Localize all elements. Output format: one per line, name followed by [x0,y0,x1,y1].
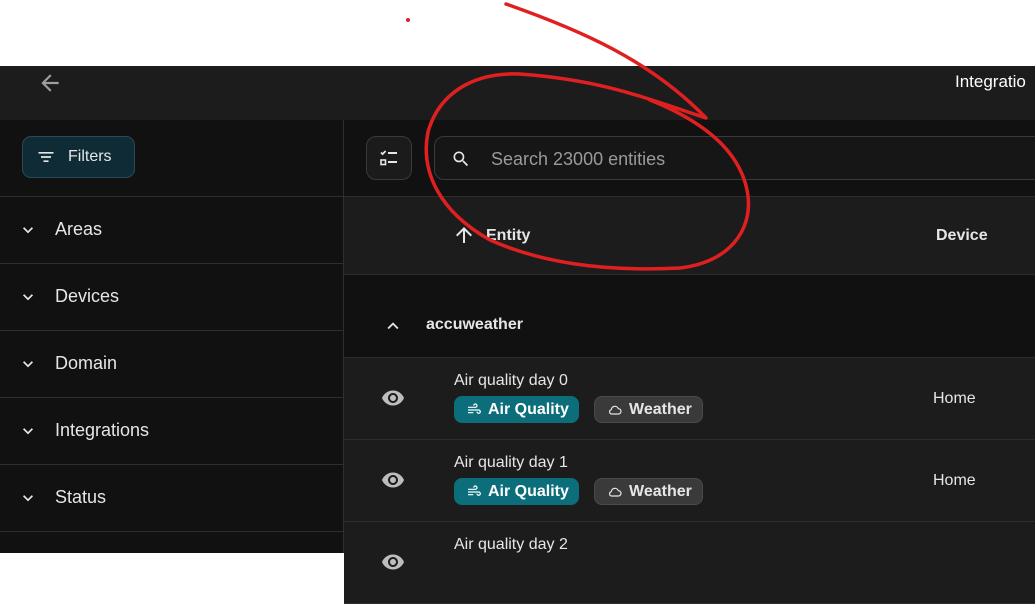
entity-name: Air quality day 2 [454,536,568,553]
table-row[interactable]: Air quality day 0 Air Quality Weather Ho… [344,358,1035,440]
group-header: accuweather [344,275,1035,358]
label-chip-air-quality: Air Quality [454,396,579,423]
filter-section-domain[interactable]: Domain [0,331,343,398]
chevron-down-icon [23,227,33,234]
chip-label: Air Quality [488,400,569,418]
filter-section-label: Integrations [55,420,150,440]
cloud-icon [609,487,622,497]
entity-device: Home [933,472,976,489]
chip-label: Weather [629,482,692,500]
filter-section-label: Devices [55,286,120,306]
search-icon [453,151,469,167]
table-row[interactable]: Air quality day 1 Air Quality Weather Ho… [344,440,1035,522]
entity-device: Home [933,390,976,407]
filter-section-status[interactable]: Status [0,465,343,532]
filter-icon [38,152,54,162]
screenshot-top-margin [0,0,1035,66]
chevron-up-icon[interactable] [382,315,404,337]
arrow-up-icon[interactable] [452,223,476,247]
table-toolbar [344,120,1035,197]
filter-section-areas[interactable]: Areas [0,197,343,264]
eye-icon[interactable] [378,386,408,410]
column-header-device[interactable]: Device [936,227,988,245]
filters-label: Filters [68,148,112,165]
cloud-icon [609,405,622,415]
table-column-header: Entity Device [344,197,1035,275]
arrow-left-icon [41,74,59,92]
filter-section-devices[interactable]: Devices [0,264,343,331]
top-app-bar: Integratio [0,66,1035,120]
eye-icon[interactable] [378,550,408,574]
table-row[interactable]: Air quality day 2 [344,522,1035,604]
eye-icon[interactable] [378,468,408,492]
selection-mode-button[interactable] [366,136,412,180]
chevron-down-icon [23,495,33,502]
page-title: Integratio [955,72,1026,91]
back-button[interactable] [32,68,68,98]
group-name: accuweather [426,316,523,333]
chevron-down-icon [23,294,33,301]
chip-label: Air Quality [488,482,569,500]
filter-section-label: Status [55,487,107,507]
checklist-icon [380,150,397,166]
air-filter-icon [468,484,481,496]
filter-section-integrations[interactable]: Integrations [0,398,343,465]
chip-label: Weather [629,400,692,418]
filter-section-label: Domain [55,353,118,373]
filter-section-label: Areas [55,219,103,239]
label-chip-weather: Weather [594,396,703,423]
filter-sidebar: Filters Areas Devices Domain Integration… [0,120,344,553]
search-bar [434,136,1035,180]
column-header-entity[interactable]: Entity [486,227,530,245]
entity-name: Air quality day 1 [454,454,568,471]
search-input[interactable] [489,143,1033,175]
entities-table-panel: Entity Device accuweather Air quality da… [344,120,1035,604]
chevron-down-icon [23,428,33,435]
entity-name: Air quality day 0 [454,372,568,389]
filters-button[interactable]: Filters [22,136,135,178]
chevron-down-icon [23,361,33,368]
label-chip-weather: Weather [594,478,703,505]
label-chip-air-quality: Air Quality [454,478,579,505]
filters-row: Filters [0,120,343,197]
air-filter-icon [468,402,481,414]
